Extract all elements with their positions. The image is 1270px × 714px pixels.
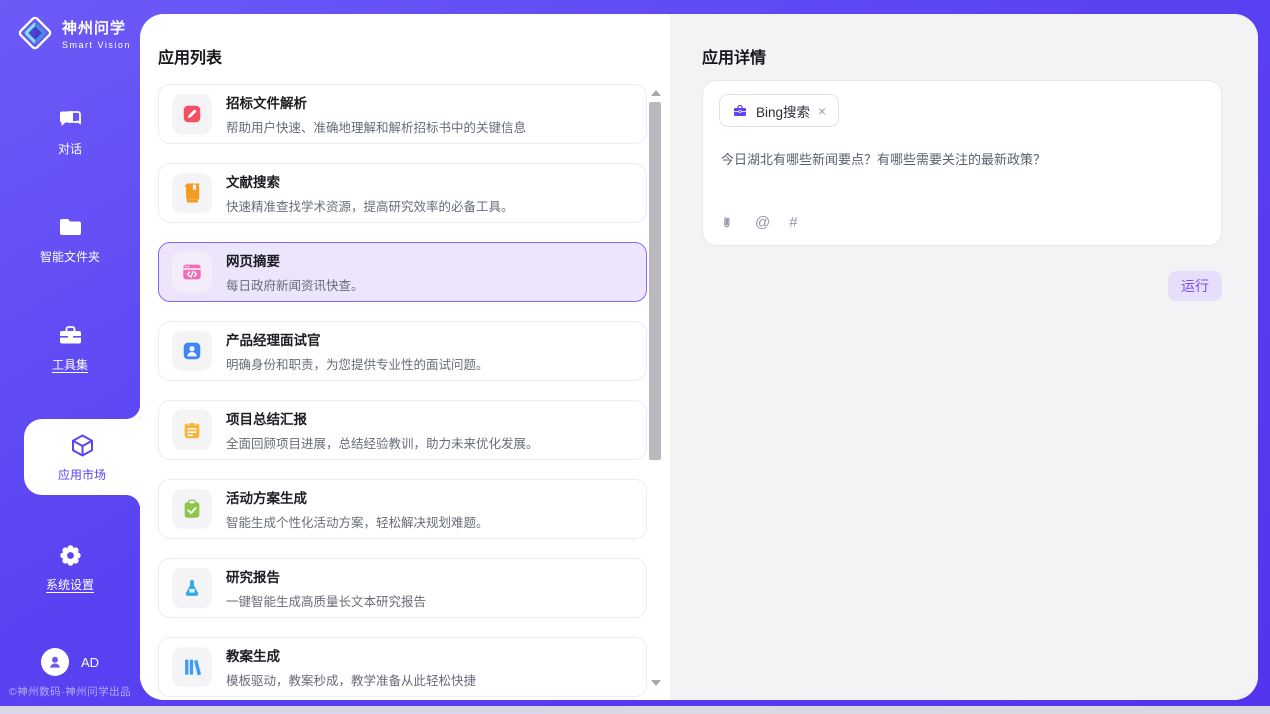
- app-card[interactable]: 研究报告一键智能生成高质量长文本研究报告: [158, 558, 647, 618]
- app-card-description: 一键智能生成高质量长文本研究报告: [226, 591, 426, 610]
- app-card[interactable]: 项目总结汇报全面回顾项目进展，总结经验教训，助力未来优化发展。: [158, 400, 647, 460]
- toolbox-icon: [57, 322, 84, 349]
- content-surface: 应用列表 招标文件解析帮助用户快速、准确地理解和解析招标书中的关键信息文献搜索快…: [140, 14, 1258, 700]
- app-card[interactable]: 活动方案生成智能生成个性化活动方案，轻松解决规划难题。: [158, 479, 647, 539]
- cube-icon: [69, 432, 96, 459]
- sidebar-item-label: 智能文件夹: [40, 248, 100, 265]
- sidebar-item-label: 应用市场: [58, 466, 106, 483]
- sidebar-item-label: 工具集: [52, 356, 88, 373]
- briefcase-icon: [732, 103, 748, 119]
- sidebar-item-folder[interactable]: 智能文件夹: [0, 208, 140, 270]
- app-card-list: 招标文件解析帮助用户快速、准确地理解和解析招标书中的关键信息文献搜索快速精准查找…: [158, 84, 647, 700]
- app-card-description: 明确身份和职责，为您提供专业性的面试问题。: [226, 354, 489, 373]
- mention-icon[interactable]: @: [755, 215, 770, 230]
- browser-code-icon: [172, 252, 212, 292]
- sidebar-item-gear[interactable]: 系统设置: [0, 536, 140, 598]
- app-card[interactable]: 网页摘要每日政府新闻资讯快查。: [158, 242, 647, 302]
- interview-icon: [172, 331, 212, 371]
- scroll-down-icon[interactable]: [651, 680, 661, 686]
- app-card-title: 文献搜索: [226, 171, 514, 191]
- person-icon: [46, 653, 64, 671]
- brand-name: 神州问学: [62, 17, 131, 38]
- app-card-title: 活动方案生成: [226, 487, 489, 507]
- bing-search-tag-label: Bing搜索: [756, 101, 810, 121]
- user-row[interactable]: AD: [0, 646, 140, 678]
- app-card[interactable]: 产品经理面试官明确身份和职责，为您提供专业性的面试问题。: [158, 321, 647, 381]
- run-button[interactable]: 运行: [1168, 271, 1222, 301]
- app-detail-panel: 应用详情 Bing搜索 × 今日湖北有哪些新闻要点？有哪些需要关注的最新政策？: [670, 14, 1258, 700]
- sidebar-item-chat[interactable]: 对话: [0, 100, 140, 162]
- books-icon: [172, 647, 212, 687]
- app-card-title: 招标文件解析: [226, 92, 526, 112]
- app-card-description: 智能生成个性化活动方案，轻松解决规划难题。: [226, 512, 489, 531]
- sidebar: 神州问学 Smart Vision 对话智能文件夹工具集应用市场系统设置 AD …: [0, 0, 140, 706]
- sidebar-item-label: 系统设置: [46, 576, 94, 593]
- notepad-icon: [172, 410, 212, 450]
- sidebar-item-toolbox[interactable]: 工具集: [0, 316, 140, 378]
- clipboard-check-icon: [172, 489, 212, 529]
- app-detail-title: 应用详情: [702, 44, 766, 68]
- app-card-title: 项目总结汇报: [226, 408, 539, 428]
- app-card-description: 模板驱动，教案秒成，教学准备从此轻松快捷: [226, 670, 476, 689]
- input-toolbar: @ #: [721, 215, 798, 230]
- microscope-icon: [172, 568, 212, 608]
- brand-logo: 神州问学 Smart Vision: [16, 14, 131, 52]
- app-card-description: 快速精准查找学术资源，提高研究效率的必备工具。: [226, 196, 514, 215]
- sidebar-item-label: 对话: [58, 140, 82, 157]
- app-list-title: 应用列表: [158, 44, 222, 68]
- doc-edit-icon: [172, 94, 212, 134]
- brand-tagline: Smart Vision: [62, 40, 131, 50]
- app-card-description: 每日政府新闻资讯快查。: [226, 275, 364, 294]
- app-card-title: 网页摘要: [226, 250, 364, 270]
- brand-diamond-icon: [16, 14, 54, 52]
- attachment-icon[interactable]: [721, 215, 736, 230]
- app-card-title: 研究报告: [226, 566, 426, 586]
- app-card[interactable]: 文献搜索快速精准查找学术资源，提高研究效率的必备工具。: [158, 163, 647, 223]
- app-card-title: 教案生成: [226, 645, 476, 665]
- query-input[interactable]: 今日湖北有哪些新闻要点？有哪些需要关注的最新政策？: [721, 149, 1203, 168]
- user-name: AD: [81, 655, 99, 670]
- hash-icon[interactable]: #: [789, 215, 797, 230]
- gear-icon: [57, 542, 84, 569]
- sidebar-footer: ©神州数码·神州问学出品: [0, 684, 140, 699]
- folder-icon: [57, 214, 84, 241]
- scrollbar-thumb[interactable]: [649, 102, 661, 460]
- scrollbar[interactable]: [649, 84, 661, 692]
- app-card-title: 产品经理面试官: [226, 329, 489, 349]
- app-list-panel: 应用列表 招标文件解析帮助用户快速、准确地理解和解析招标书中的关键信息文献搜索快…: [140, 14, 670, 700]
- app-card-description: 全面回顾项目进展，总结经验教训，助力未来优化发展。: [226, 433, 539, 452]
- scroll-up-icon[interactable]: [651, 90, 661, 96]
- app-card[interactable]: 招标文件解析帮助用户快速、准确地理解和解析招标书中的关键信息: [158, 84, 647, 144]
- avatar[interactable]: [41, 648, 69, 676]
- tag-close-icon[interactable]: ×: [818, 104, 826, 118]
- app-card-description: 帮助用户快速、准确地理解和解析招标书中的关键信息: [226, 117, 526, 136]
- app-card[interactable]: 教案生成模板驱动，教案秒成，教学准备从此轻松快捷: [158, 637, 647, 697]
- book-icon: [172, 173, 212, 213]
- bing-search-tag[interactable]: Bing搜索 ×: [719, 94, 839, 127]
- sidebar-item-cube[interactable]: 应用市场: [24, 419, 140, 495]
- prompt-card: Bing搜索 × 今日湖北有哪些新闻要点？有哪些需要关注的最新政策？ @ #: [702, 80, 1222, 246]
- chat-icon: [57, 106, 84, 133]
